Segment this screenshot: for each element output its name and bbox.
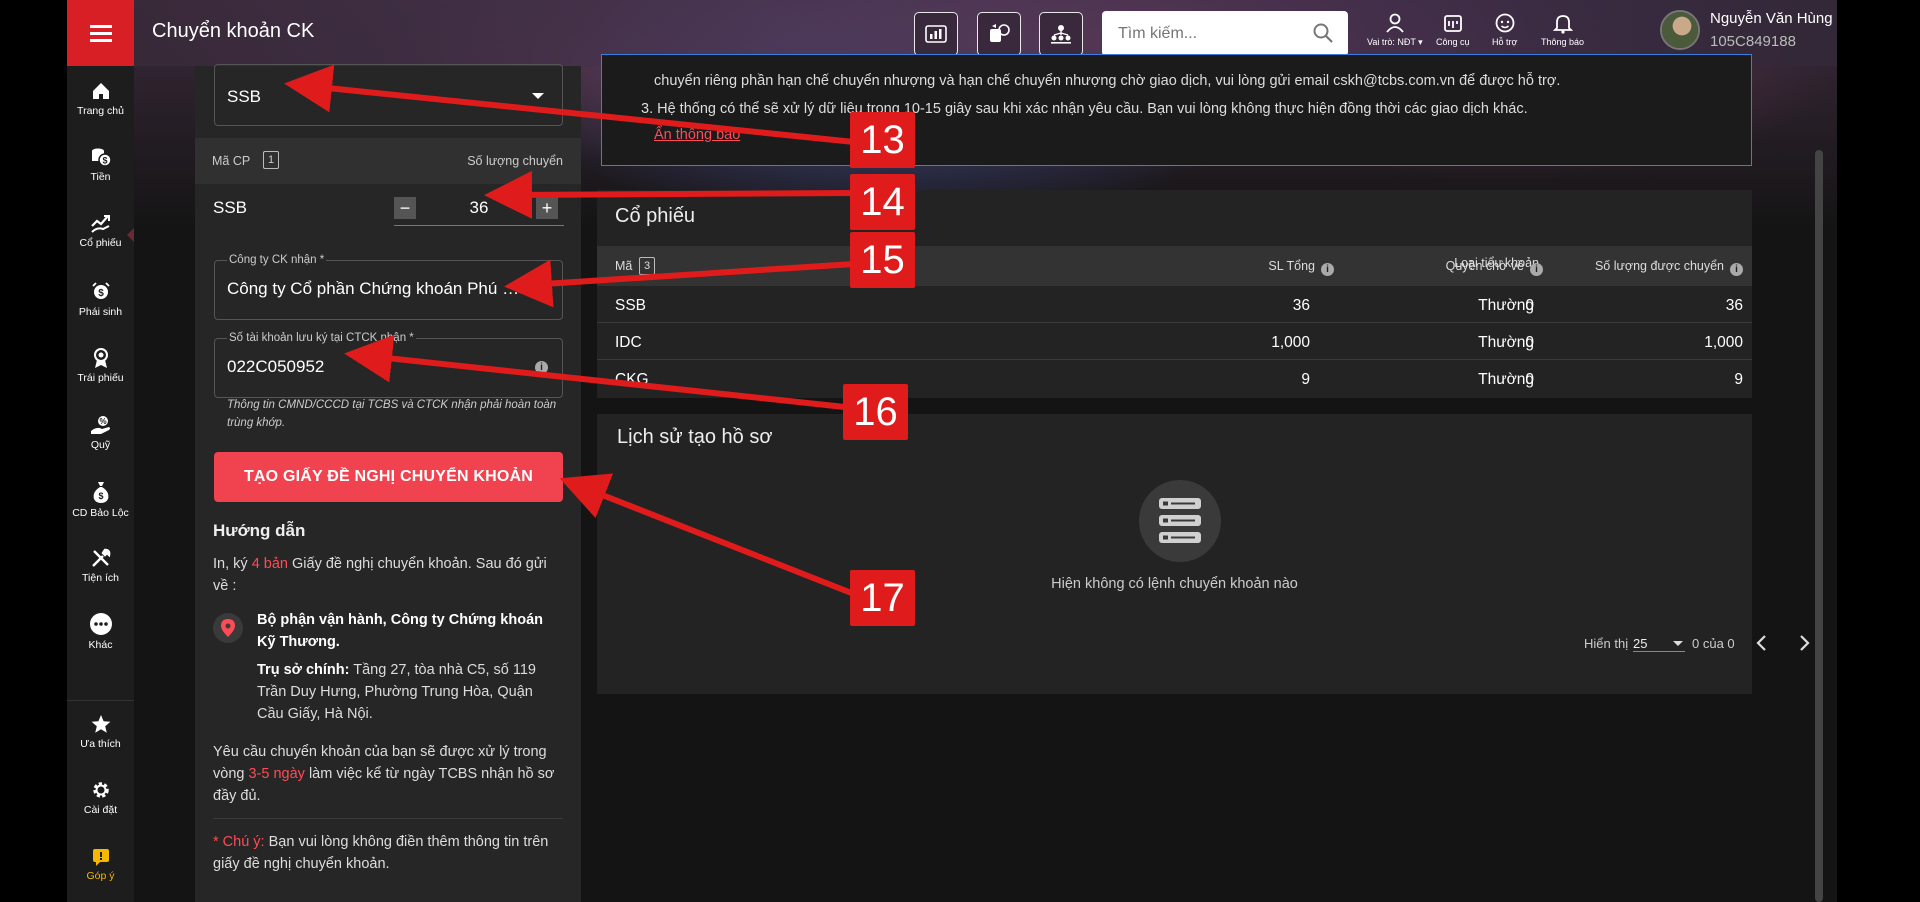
callout-14: 14 [850,174,915,230]
callout-13: 13 [850,112,915,168]
arrow-13 [284,64,857,145]
arrow-15 [504,259,857,308]
callout-17: 17 [850,570,915,626]
callout-15: 15 [850,232,915,288]
app-window: Chuyển khoản CK Vai trò: NĐT ▾ Công cụ H… [67,0,1837,902]
arrow-14 [484,170,857,219]
arrow-17 [559,473,857,597]
callout-16: 16 [843,384,908,440]
arrow-16 [344,334,857,411]
annotation-arrows [284,64,857,597]
